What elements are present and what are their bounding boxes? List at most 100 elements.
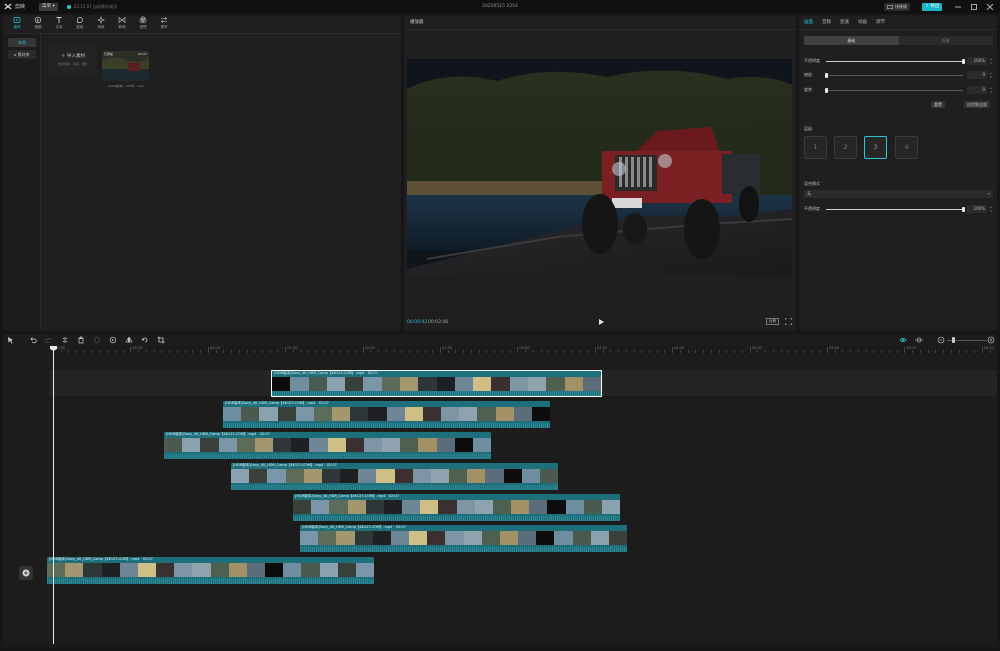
opacity-label: 不透明度 [804,58,820,63]
timeline-clip[interactable]: [HDR版本]Sony_4K_HDR_Camp【4K123.COM】.mp4 0… [231,463,558,490]
ruler-tick [323,350,325,353]
sidebar-item-local[interactable]: 本地 [8,38,36,47]
shortcut-button[interactable]: 快捷键 [884,3,910,11]
timeline-clip[interactable]: [HDR版本]Sony_4K_HDR_Camp【4K123.COM】.mp4 0… [300,525,627,552]
freeze-icon[interactable] [93,336,101,344]
video-preview[interactable] [407,59,792,275]
tab-text[interactable]: 文本 [52,15,66,33]
ratio-button[interactable]: 比例 [766,318,779,325]
clip-frame [376,469,395,483]
opacity-slider-knob[interactable] [961,58,965,64]
redo-icon[interactable] [45,336,53,344]
properties-tab-1[interactable]: 音频 [822,18,831,26]
track-cover-button[interactable] [19,566,33,580]
zoom-slider-knob[interactable] [952,337,955,343]
minimize-button[interactable] [953,2,963,11]
layer-option-3[interactable]: 3 [864,136,887,159]
reset-button[interactable]: 重置 [931,101,945,108]
sidebar-item-library[interactable]: ▸ 素材库 [8,50,36,59]
properties-tab-0[interactable]: 画面 [804,18,813,26]
fullscreen-icon[interactable] [785,318,792,325]
blend-mode-select[interactable]: 无 ▾ [804,190,993,198]
mirror-icon[interactable] [125,336,133,344]
scale-value[interactable]: 0 [967,71,987,79]
tab-transition[interactable]: 转场 [115,15,129,33]
media-sidebar: 本地 ▸ 素材库 [3,34,41,331]
clip-frame [363,438,383,452]
ruler-tick [618,350,620,353]
clip-frame [467,469,486,483]
export-button[interactable]: ⇪ 导出 [922,3,943,11]
properties-tab-4[interactable]: 调节 [876,18,885,26]
layer-option-4[interactable]: 4 [895,136,918,159]
ruler-tick [440,347,441,353]
scale-slider-knob[interactable] [824,72,828,78]
clip-frame [402,500,421,514]
clip-thumbnails [223,407,550,421]
crop-icon[interactable] [157,336,165,344]
tab-filter[interactable]: 滤镜 [136,15,150,33]
blend-opacity-value[interactable]: 100% [967,205,987,213]
segment-basic[interactable]: 基础 [804,36,899,45]
timeline-ruler[interactable]: 00:00 00:30 01:00 01:30 02:00 02:30 03:00 03:30… [49,346,995,354]
ruler-tick [478,350,480,353]
layer-option-1[interactable]: 1 [804,136,827,159]
opacity-value[interactable]: 100% [967,57,987,65]
segment-keying[interactable]: 抠像 [899,36,994,45]
reverse-icon[interactable] [109,336,117,344]
timeline-clip[interactable]: [HDR版本]Sony_4K_HDR_Camp【4K123.COM】.mp4 0… [223,401,550,428]
clip-frame [291,438,310,452]
blend-opacity-slider-knob[interactable] [961,206,965,212]
zoom-out-icon[interactable] [937,336,945,344]
scale-slider[interactable] [826,74,963,76]
clip-frame [345,377,364,391]
ruler-tick [958,350,960,353]
clip-waveform [272,391,601,396]
clip-frame [499,531,519,545]
delete-icon[interactable] [77,336,85,344]
clip-frame [267,469,286,483]
menu-label: 菜单 [42,3,52,9]
audio-link-icon[interactable] [915,336,923,344]
rotate-icon[interactable] [141,336,149,344]
clip-frame [539,469,558,483]
rotate-stepper[interactable]: ▴ ▾ [989,86,993,94]
tab-sticker[interactable]: 贴纸 [73,15,87,33]
timeline-clip[interactable]: [HDR版本]Sony_4K_HDR_Camp【4K123.COM】.mp4 0… [293,494,620,521]
menu-button[interactable]: 菜单 ▾ [39,2,58,11]
undo-icon[interactable] [29,336,37,344]
properties-tab-2[interactable]: 变速 [840,18,849,26]
rotate-slider-knob[interactable] [824,87,828,93]
zoom-in-icon[interactable] [987,336,995,344]
clip-frame [456,500,475,514]
tab-label: 调节 [160,25,168,29]
scale-stepper[interactable]: ▴ ▾ [989,71,993,79]
timeline-clip[interactable]: [HDR版本]Sony_4K_HDR_Camp【4K123.COM】.mp4 0… [164,432,491,459]
clip-frame [430,469,450,483]
timeline-clip[interactable]: [HDR版本]Sony_4K_HDR_Camp【4K123.COM】.mp4 0… [271,370,602,397]
import-media-button[interactable]: ＋ 导入素材 支持视频、音频、图片 [49,45,97,77]
media-thumbnail[interactable]: 已添加 02:07 [102,51,149,81]
opacity-stepper[interactable]: ▴ ▾ [989,57,993,65]
ruler-tick [76,350,78,353]
split-icon[interactable] [61,336,69,344]
timeline-clip[interactable]: [HDR版本]Sony_4K_HDR_Camp【4K123.COM】.mp4 0… [47,557,374,584]
tab-adjust[interactable]: 调节 [157,15,171,33]
select-tool-icon[interactable] [7,336,15,344]
apply-all-button[interactable]: 应用到全部 [964,101,990,108]
properties-tab-3[interactable]: 动画 [858,18,867,26]
maximize-button[interactable] [969,2,979,11]
rotate-value[interactable]: 0 [967,86,987,94]
rotate-slider[interactable] [826,89,963,91]
close-button[interactable] [985,2,995,11]
main-track-magnet-icon[interactable] [899,336,907,344]
layer-option-2[interactable]: 2 [834,136,857,159]
tab-media[interactable]: 媒体 [10,15,24,33]
tab-effects[interactable]: 特效 [94,15,108,33]
tab-audio[interactable]: 音频 [31,15,45,33]
playhead[interactable] [53,346,54,644]
clip-frame [228,563,247,577]
properties-panel: 画面 音频 变速 动画 调节 基础 抠像 不透明度 100% ▴ ▾ 缩放 0 ▴ ▾ 旋转… [799,15,997,331]
play-icon[interactable] [597,318,605,326]
blend-opacity-stepper[interactable]: ▴ ▾ [989,205,993,213]
